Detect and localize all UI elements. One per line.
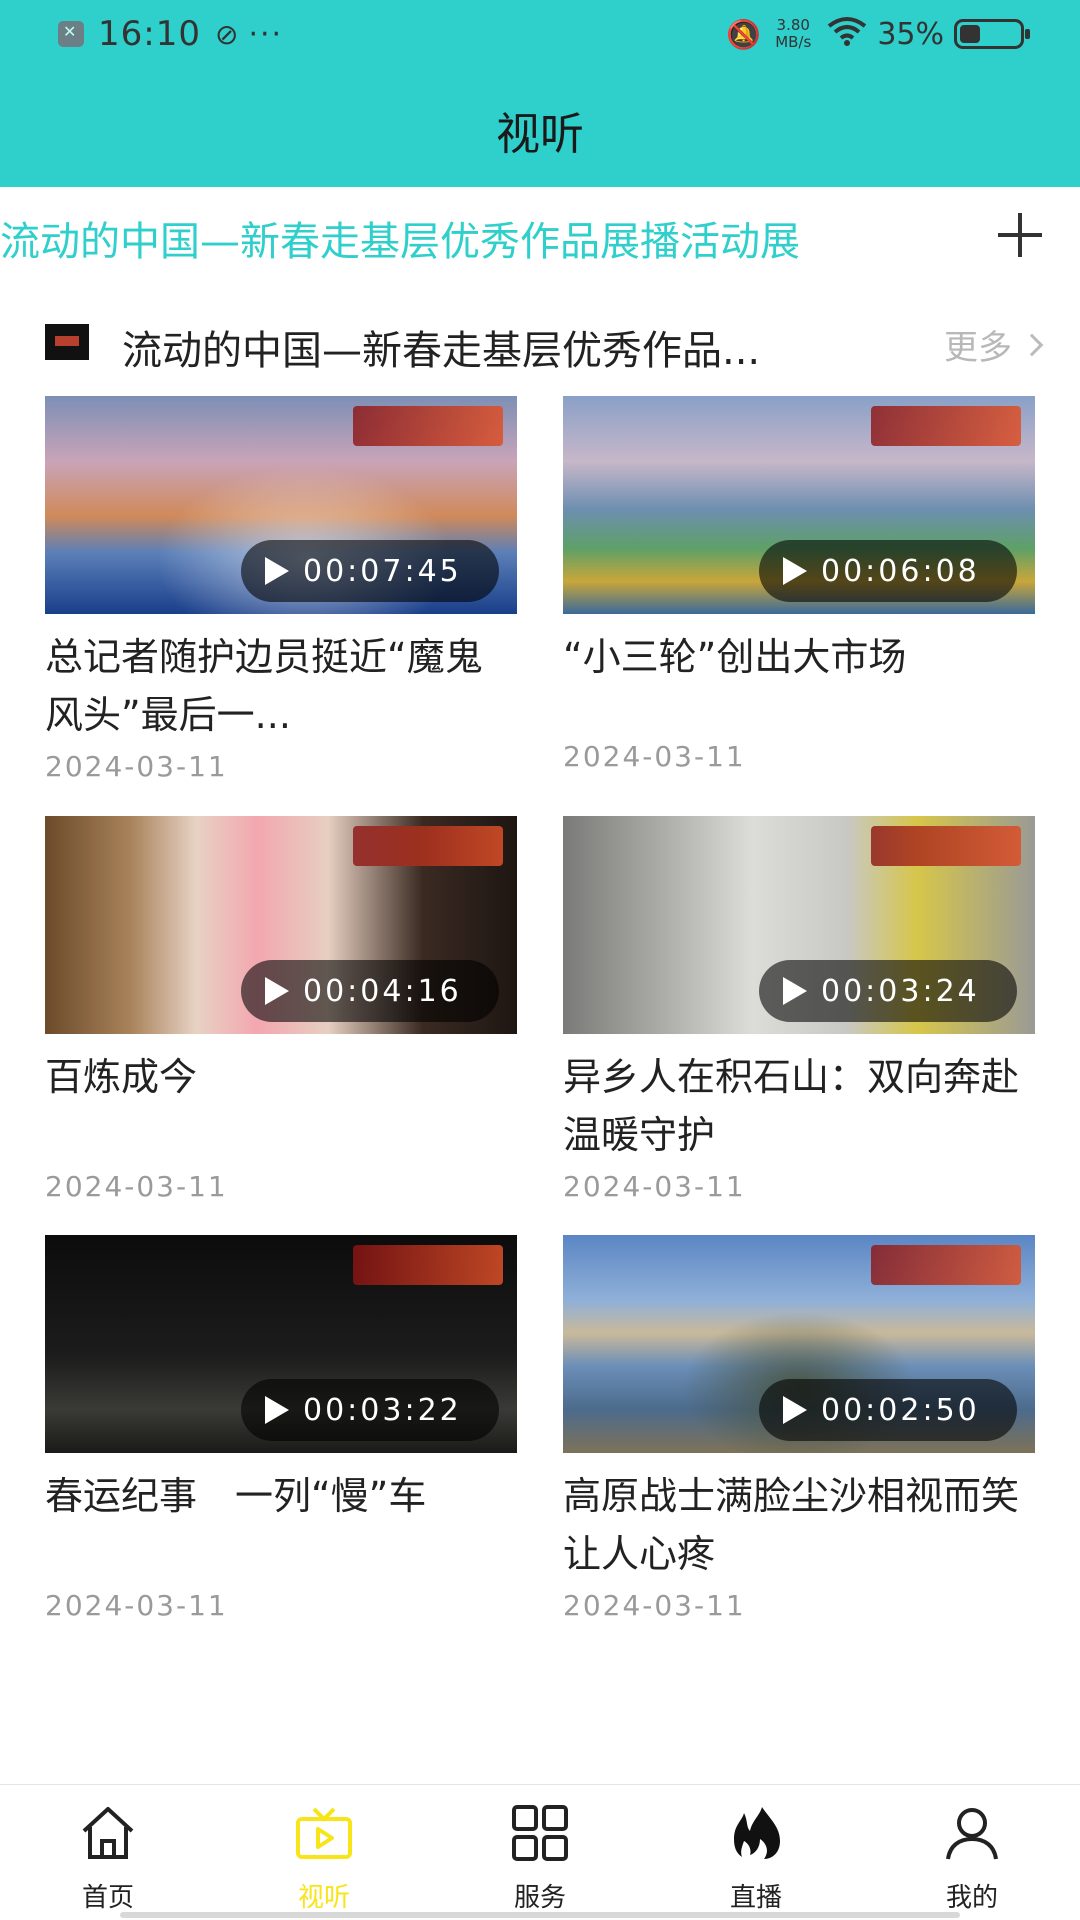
video-card[interactable]: 00:03:24 异乡人在积石山：双向奔赴 温暖守护 2024-03-11 bbox=[563, 816, 1035, 1203]
video-title[interactable]: 高原战士满脸尘沙相视而笑让人心疼 bbox=[563, 1467, 1035, 1583]
tab-label: 服务 bbox=[513, 1883, 566, 1913]
video-title[interactable]: 百炼成今 bbox=[45, 1048, 517, 1164]
video-card[interactable]: 00:06:08 “小三轮”创出大市场 2024-03-11 bbox=[563, 396, 1035, 773]
tab-services[interactable]: 服务 bbox=[432, 1785, 648, 1920]
duration-text: 00:03:22 bbox=[303, 1392, 462, 1428]
video-thumbnail[interactable]: 00:03:22 bbox=[45, 1235, 517, 1453]
video-date: 2024-03-11 bbox=[563, 1589, 746, 1622]
video-thumbnail[interactable]: 00:03:24 bbox=[563, 816, 1035, 1034]
video-date: 2024-03-11 bbox=[563, 1170, 746, 1203]
program-badge bbox=[353, 406, 503, 446]
play-icon bbox=[265, 557, 289, 585]
speed-value: 3.80 bbox=[776, 16, 810, 34]
video-card[interactable]: 00:07:45 总记者随护边员挺近“魔鬼风头”最后一... 2024-03-1… bbox=[45, 396, 517, 783]
tab-label: 首页 bbox=[81, 1883, 134, 1913]
video-thumbnail[interactable]: 00:06:08 bbox=[563, 396, 1035, 614]
section-logo-icon bbox=[45, 324, 89, 360]
video-title[interactable]: 异乡人在积石山：双向奔赴 温暖守护 bbox=[563, 1048, 1035, 1164]
home-icon bbox=[82, 1807, 134, 1859]
duration-badge: 00:03:24 bbox=[759, 960, 1017, 1022]
video-title[interactable]: 总记者随护边员挺近“魔鬼风头”最后一... bbox=[45, 628, 517, 744]
video-date: 2024-03-11 bbox=[45, 1589, 228, 1622]
chevron-right-icon bbox=[1020, 333, 1044, 356]
duration-text: 00:02:50 bbox=[821, 1392, 980, 1428]
tab-label: 我的 bbox=[945, 1883, 998, 1913]
tab-media[interactable]: 视听 bbox=[216, 1785, 432, 1920]
network-speed: 3.80 MB/s bbox=[775, 17, 811, 51]
duration-text: 00:04:16 bbox=[303, 973, 462, 1009]
play-icon bbox=[783, 1396, 807, 1424]
video-title[interactable]: 春运纪事 一列“慢”车 bbox=[45, 1467, 517, 1583]
section-title: 流动的中国—新春走基层优秀作品... bbox=[122, 328, 761, 374]
program-badge bbox=[353, 826, 503, 866]
video-thumbnail[interactable]: 00:04:16 bbox=[45, 816, 517, 1034]
category-tab-active[interactable]: 流动的中国—新春走基层优秀作品展播活动展 bbox=[0, 209, 965, 267]
battery-percent: 35% bbox=[877, 16, 944, 52]
play-icon bbox=[783, 977, 807, 1005]
duration-text: 00:06:08 bbox=[821, 553, 980, 589]
tab-label: 视听 bbox=[297, 1883, 350, 1913]
video-thumbnail[interactable]: 00:02:50 bbox=[563, 1235, 1035, 1453]
program-badge bbox=[353, 1245, 503, 1285]
program-badge bbox=[871, 1245, 1021, 1285]
duration-badge: 00:04:16 bbox=[241, 960, 499, 1022]
program-badge bbox=[871, 826, 1021, 866]
video-card[interactable]: 00:04:16 百炼成今 2024-03-11 bbox=[45, 816, 517, 1203]
category-bar: 流动的中国—新春走基层优秀作品展播活动展 bbox=[0, 187, 1080, 292]
play-icon bbox=[265, 1396, 289, 1424]
more-dots-icon: ··· bbox=[248, 16, 284, 52]
speed-unit: MB/s bbox=[775, 33, 812, 51]
program-badge bbox=[871, 406, 1021, 446]
app-notification-icon bbox=[58, 21, 84, 47]
section-header: 流动的中国—新春走基层优秀作品... 更多 bbox=[0, 312, 1080, 374]
focus-icon: ⊘ bbox=[214, 17, 239, 51]
person-icon bbox=[946, 1808, 998, 1860]
play-icon bbox=[265, 977, 289, 1005]
video-date: 2024-03-11 bbox=[45, 1170, 228, 1203]
flame-icon bbox=[734, 1807, 780, 1859]
duration-badge: 00:02:50 bbox=[759, 1379, 1017, 1441]
video-date: 2024-03-11 bbox=[563, 740, 746, 773]
video-title[interactable]: “小三轮”创出大市场 bbox=[563, 628, 1035, 744]
bottom-tab-bar: 首页 视听 服务 直播 我的 bbox=[0, 1784, 1080, 1920]
tab-profile[interactable]: 我的 bbox=[864, 1785, 1080, 1920]
tv-play-icon bbox=[296, 1807, 352, 1859]
video-card[interactable]: 00:03:22 春运纪事 一列“慢”车 2024-03-11 bbox=[45, 1235, 517, 1622]
duration-badge: 00:03:22 bbox=[241, 1379, 499, 1441]
video-card[interactable]: 00:02:50 高原战士满脸尘沙相视而笑让人心疼 2024-03-11 bbox=[563, 1235, 1035, 1622]
video-date: 2024-03-11 bbox=[45, 750, 228, 783]
status-time: 16:10 bbox=[98, 14, 201, 54]
mute-icon: 🔕 bbox=[726, 17, 762, 51]
duration-text: 00:03:24 bbox=[821, 973, 980, 1009]
status-right: 🔕 3.80 MB/s 35% bbox=[726, 14, 1030, 54]
duration-badge: 00:07:45 bbox=[241, 540, 499, 602]
grid-icon bbox=[512, 1805, 568, 1861]
status-bar: 16:10 ⊘ ··· 🔕 3.80 MB/s 35% bbox=[0, 0, 1080, 70]
more-link[interactable]: 更多 bbox=[944, 320, 1044, 369]
home-indicator[interactable] bbox=[120, 1912, 960, 1918]
tab-label: 直播 bbox=[729, 1883, 782, 1913]
duration-badge: 00:06:08 bbox=[759, 540, 1017, 602]
battery-icon bbox=[954, 19, 1030, 49]
more-label: 更多 bbox=[944, 328, 1012, 368]
app-header: 16:10 ⊘ ··· 🔕 3.80 MB/s 35% 视听 bbox=[0, 0, 1080, 187]
wifi-icon bbox=[827, 16, 867, 53]
plus-icon[interactable] bbox=[998, 213, 1042, 257]
play-icon bbox=[783, 557, 807, 585]
page-title: 视听 bbox=[496, 109, 584, 160]
tab-live[interactable]: 直播 bbox=[648, 1785, 864, 1920]
duration-text: 00:07:45 bbox=[303, 553, 462, 589]
tab-home[interactable]: 首页 bbox=[0, 1785, 216, 1920]
video-thumbnail[interactable]: 00:07:45 bbox=[45, 396, 517, 614]
status-left: 16:10 ⊘ ··· bbox=[58, 14, 283, 54]
